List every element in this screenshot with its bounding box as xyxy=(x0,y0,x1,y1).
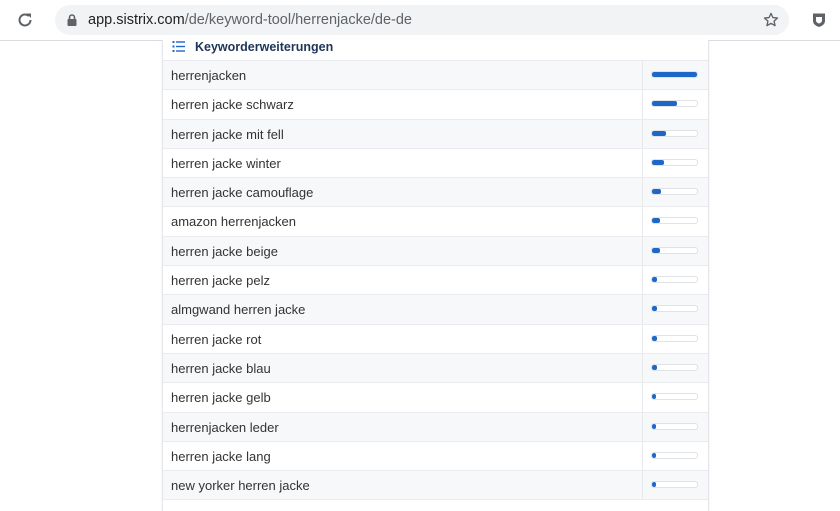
column-divider xyxy=(642,61,643,90)
search-volume-bar-fill xyxy=(652,247,660,253)
keyword-row[interactable]: herren jacke winter xyxy=(163,148,708,179)
keyword-row[interactable]: herren jacke lang xyxy=(163,441,708,472)
column-divider xyxy=(642,412,643,441)
search-volume-bar-fill xyxy=(652,130,667,136)
keyword-label[interactable]: new yorker herren jacke xyxy=(171,471,310,500)
column-divider xyxy=(642,207,643,236)
column-divider xyxy=(642,441,643,471)
column-divider xyxy=(642,119,643,148)
keyword-row[interactable]: herren jacke blau xyxy=(163,353,708,384)
address-bar[interactable]: app.sistrix.com/de/keyword-tool/herrenja… xyxy=(55,5,789,35)
keyword-row[interactable]: almgwand herren jacke xyxy=(163,295,708,325)
column-divider xyxy=(642,236,643,266)
search-volume-bar-fill xyxy=(652,335,657,341)
search-volume-bar xyxy=(651,451,698,459)
url-text[interactable]: app.sistrix.com/de/keyword-tool/herrenja… xyxy=(88,5,412,35)
lock-icon[interactable] xyxy=(65,13,79,27)
search-volume-bar xyxy=(651,305,698,313)
column-divider xyxy=(642,148,643,178)
search-volume-bar-fill xyxy=(652,159,665,165)
panel-header: Keyworderweiterungen xyxy=(163,40,708,61)
keyword-row[interactable]: new yorker herren jacke xyxy=(163,471,708,501)
url-path: /de/keyword-tool/herrenjacke/de-de xyxy=(184,12,412,28)
keyword-label[interactable]: herren jacke pelz xyxy=(171,266,270,295)
search-volume-bar xyxy=(651,481,698,489)
search-volume-bar xyxy=(651,334,698,342)
browser-toolbar: app.sistrix.com/de/keyword-tool/herrenja… xyxy=(0,0,840,41)
search-volume-bar xyxy=(651,393,698,401)
search-volume-bar xyxy=(651,246,698,254)
keyword-expansion-panel: Keyworderweiterungen herrenjacken herren … xyxy=(162,40,709,511)
keyword-list: herrenjacken herren jacke schwarz herren j… xyxy=(163,61,708,501)
search-volume-bar-fill xyxy=(652,423,656,429)
search-volume-bar-fill xyxy=(652,482,656,488)
search-volume-bar xyxy=(651,188,698,196)
search-volume-bar xyxy=(651,276,698,284)
bookmark-star-icon[interactable] xyxy=(762,11,780,29)
search-volume-bar-fill xyxy=(652,452,656,458)
keyword-label[interactable]: almgwand herren jacke xyxy=(171,295,305,324)
keyword-row[interactable]: herren jacke pelz xyxy=(163,266,708,296)
column-divider xyxy=(642,295,643,324)
url-host: app.sistrix.com xyxy=(88,12,185,28)
search-volume-bar xyxy=(651,100,698,108)
column-divider xyxy=(642,178,643,207)
keyword-label[interactable]: herren jacke rot xyxy=(171,325,261,354)
reload-icon[interactable] xyxy=(14,9,36,31)
column-divider xyxy=(642,353,643,383)
search-volume-bar-fill xyxy=(652,189,661,195)
column-divider xyxy=(642,266,643,295)
keyword-row[interactable]: herren jacke gelb xyxy=(163,383,708,413)
search-volume-bar xyxy=(651,71,698,78)
search-volume-bar-fill xyxy=(652,72,697,77)
keyword-row[interactable]: herren jacke mit fell xyxy=(163,119,708,149)
search-volume-bar-fill xyxy=(652,218,660,224)
panel-title: Keyworderweiterungen xyxy=(195,40,334,54)
keyword-row[interactable]: amazon herrenjacken xyxy=(163,207,708,237)
keyword-row[interactable]: herren jacke camouflage xyxy=(163,178,708,208)
column-divider xyxy=(642,324,643,353)
keyword-row[interactable]: herrenjacken xyxy=(163,61,708,91)
extension-shield-icon[interactable] xyxy=(810,11,828,29)
keyword-label[interactable]: herrenjacken xyxy=(171,61,246,90)
column-divider xyxy=(642,90,643,119)
column-divider xyxy=(642,471,643,500)
keyword-label[interactable]: herren jacke lang xyxy=(171,442,271,471)
keyword-label[interactable]: herren jacke camouflage xyxy=(171,178,313,207)
search-volume-bar-fill xyxy=(652,364,657,370)
list-icon xyxy=(172,40,186,54)
keyword-label[interactable]: herrenjacken leder xyxy=(171,413,279,442)
keyword-label[interactable]: herren jacke gelb xyxy=(171,383,271,412)
column-divider xyxy=(642,383,643,412)
search-volume-bar xyxy=(651,363,698,371)
keyword-row[interactable]: herren jacke rot xyxy=(163,324,708,354)
keyword-label[interactable]: amazon herrenjacken xyxy=(171,207,296,236)
search-volume-bar-fill xyxy=(652,394,657,400)
keyword-label[interactable]: herren jacke blau xyxy=(171,354,271,383)
search-volume-bar xyxy=(651,217,698,225)
search-volume-bar xyxy=(651,129,698,137)
keyword-row[interactable]: herren jacke beige xyxy=(163,236,708,267)
search-volume-bar-fill xyxy=(652,306,657,312)
search-volume-bar xyxy=(651,158,698,166)
keyword-label[interactable]: herren jacke schwarz xyxy=(171,90,294,119)
search-volume-bar-fill xyxy=(652,101,677,107)
keyword-row[interactable]: herren jacke schwarz xyxy=(163,90,708,120)
keyword-row[interactable]: herrenjacken leder xyxy=(163,412,708,442)
keyword-label[interactable]: herren jacke winter xyxy=(171,149,281,178)
search-volume-bar xyxy=(651,422,698,430)
search-volume-bar-fill xyxy=(652,277,657,283)
keyword-label[interactable]: herren jacke mit fell xyxy=(171,120,284,149)
keyword-label[interactable]: herren jacke beige xyxy=(171,237,278,266)
